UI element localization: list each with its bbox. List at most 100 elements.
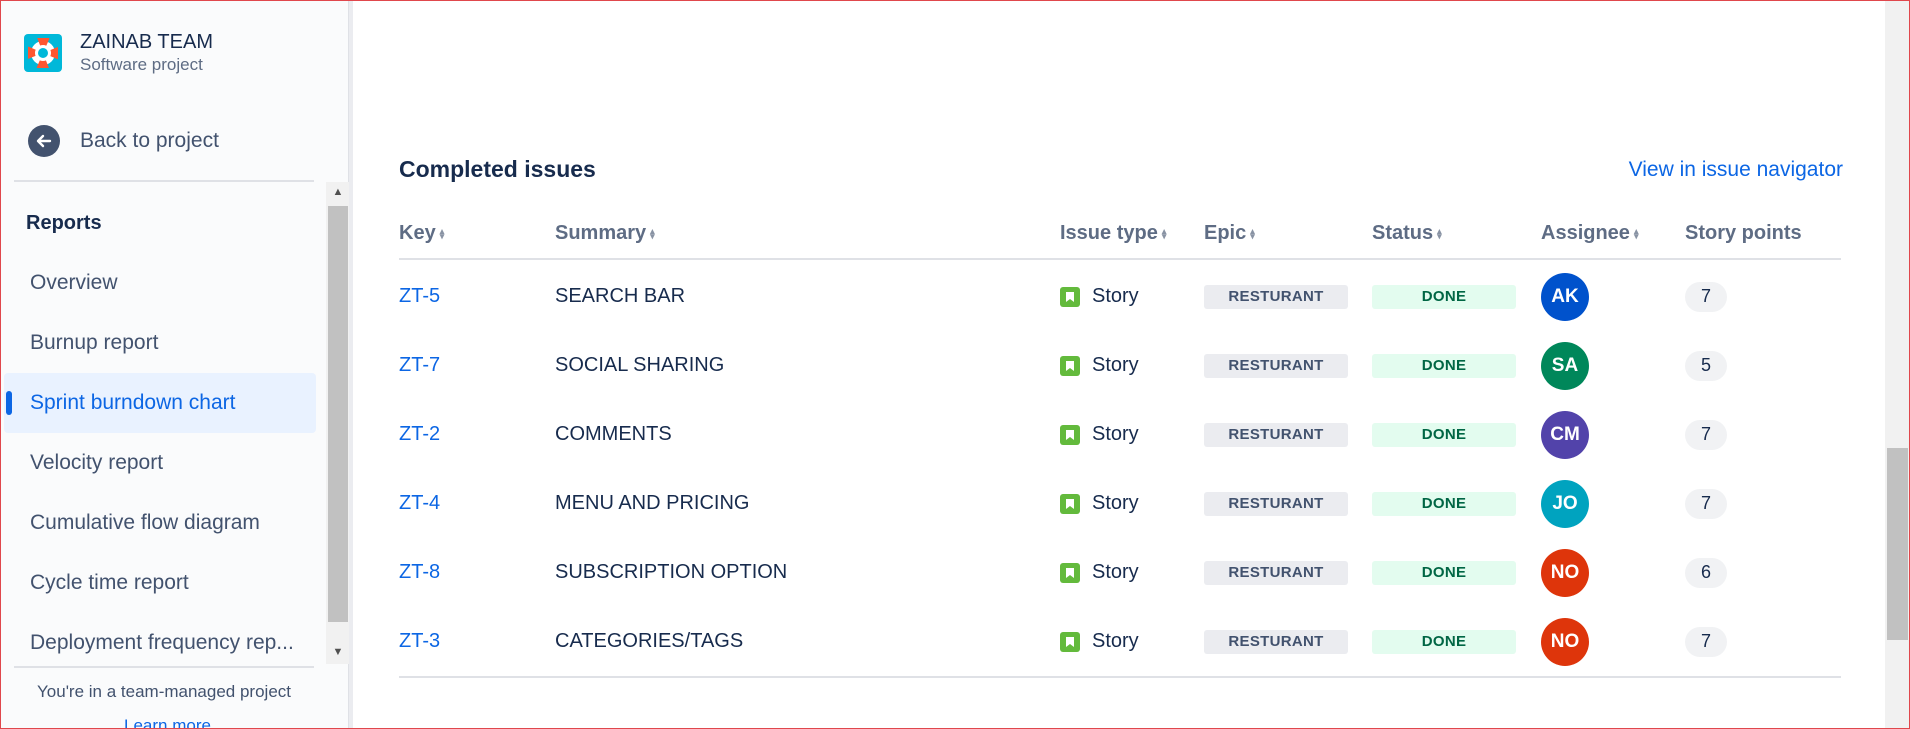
sidebar-item-burnup-report[interactable]: Burnup report [4,313,316,373]
assignee-cell: NO [1541,607,1589,676]
issue-summary: CATEGORIES/TAGS [555,630,744,652]
story-icon [1060,562,1080,583]
epic-lozenge[interactable]: RESTURANT [1204,491,1348,516]
column-header-status[interactable]: Status ▴ ▾ [1372,222,1442,245]
avatar[interactable]: CM [1541,410,1589,459]
issue-type-label: Story [1092,492,1139,514]
story-icon [1060,355,1080,376]
avatar[interactable]: JO [1541,479,1589,528]
story-points-cell: 7 [1685,469,1727,538]
issue-summary: SEARCH BAR [555,285,686,307]
reports-nav: Overview Burnup report Sprint burndown c… [4,253,316,673]
issue-key-link[interactable]: ZT-3 [399,607,440,676]
assignee-cell: NO [1541,538,1589,607]
assignee-cell: CM [1541,400,1589,469]
scroll-down-arrow-icon[interactable]: ▼ [326,642,350,662]
epic-lozenge[interactable]: RESTURANT [1204,422,1348,447]
issue-summary: MENU AND PRICING [555,492,750,514]
table-row: ZT-7 SOCIAL SHARING Story RESTURANT DONE… [399,331,1841,400]
column-header-assignee[interactable]: Assignee ▴ ▾ [1541,222,1638,245]
column-label: Epic [1204,222,1247,244]
issue-type-label: Story [1092,561,1139,583]
story-icon [1060,493,1080,514]
column-header-key[interactable]: Key ▴ ▾ [399,222,444,245]
sort-icon: ▴ ▾ [650,225,655,241]
column-label: Story points [1685,222,1802,244]
status-cell: DONE [1372,607,1516,676]
issue-type-cell: Story [1060,469,1139,538]
sidebar-item-cumulative-flow-diagram[interactable]: Cumulative flow diagram [4,493,316,553]
avatar[interactable]: AK [1541,272,1589,321]
assignee-cell: AK [1541,262,1589,331]
column-label: Assignee [1541,222,1630,244]
main-scrollbar-thumb[interactable] [1887,448,1908,640]
story-icon [1060,631,1080,652]
sort-icon: ▴ ▾ [439,225,445,241]
avatar[interactable]: SA [1541,341,1589,390]
issue-summary: COMMENTS [555,423,672,445]
sidebar-item-sprint-burndown-chart[interactable]: Sprint burndown chart [4,373,316,433]
epic-lozenge[interactable]: RESTURANT [1204,353,1348,378]
story-icon [1060,286,1080,307]
story-points-cell: 7 [1685,607,1727,676]
epic-lozenge[interactable]: RESTURANT [1204,284,1348,309]
story-points-cell: 6 [1685,538,1727,607]
status-badge: DONE [1372,353,1516,378]
story-points-badge: 7 [1685,488,1727,519]
sidebar-divider [14,180,314,182]
issue-type-cell: Story [1060,607,1139,676]
view-in-issue-navigator-link[interactable]: View in issue navigator [1629,158,1843,182]
column-label: Summary [555,222,647,244]
reports-heading: Reports [26,212,102,234]
status-badge: DONE [1372,629,1516,654]
story-points-cell: 7 [1685,400,1727,469]
avatar[interactable]: NO [1541,548,1589,597]
story-points-cell: 5 [1685,331,1727,400]
sidebar-scrollbar-thumb[interactable] [328,206,348,622]
issues-table-body: ZT-5 SEARCH BAR Story RESTURANT DONE AK … [399,262,1841,678]
assignee-cell: JO [1541,469,1589,538]
sidebar-item-overview[interactable]: Overview [4,253,316,313]
column-header-epic[interactable]: Epic ▴ ▾ [1204,222,1255,245]
story-points-cell: 7 [1685,262,1727,331]
epic-cell: RESTURANT [1204,262,1348,331]
back-label: Back to project [80,129,219,152]
learn-more-link[interactable]: Learn more [124,716,211,729]
lifebuoy-icon [24,34,62,72]
sort-icon: ▴ ▾ [1633,225,1639,241]
project-header[interactable]: ZAINAB TEAM Software project [24,30,213,76]
sidebar-item-velocity-report[interactable]: Velocity report [4,433,316,493]
issue-key-link[interactable]: ZT-2 [399,400,440,469]
issue-type-label: Story [1092,630,1139,652]
avatar[interactable]: NO [1541,617,1589,666]
scroll-up-arrow-icon[interactable]: ▲ [326,182,350,202]
status-cell: DONE [1372,469,1516,538]
back-to-project-link[interactable]: Back to project [28,125,219,157]
epic-cell: RESTURANT [1204,331,1348,400]
sort-icon: ▴ ▾ [1250,225,1255,241]
status-cell: DONE [1372,262,1516,331]
issue-key-link[interactable]: ZT-8 [399,538,440,607]
issue-type-cell: Story [1060,400,1139,469]
column-header-issue-type[interactable]: Issue type ▴ ▾ [1060,222,1166,245]
epic-lozenge[interactable]: RESTURANT [1204,560,1348,585]
epic-lozenge[interactable]: RESTURANT [1204,629,1348,654]
column-header-story-points: Story points [1685,222,1802,245]
issue-type-cell: Story [1060,262,1139,331]
epic-cell: RESTURANT [1204,400,1348,469]
column-label: Issue type [1060,222,1158,244]
sidebar-item-cycle-time-report[interactable]: Cycle time report [4,553,316,613]
issue-key-link[interactable]: ZT-7 [399,331,440,400]
column-label: Key [399,222,436,244]
story-points-badge: 7 [1685,626,1727,657]
table-header: Key ▴ ▾ Summary ▴ ▾ Issue type ▴ ▾ Epic ▴ ▾ Stat… [399,218,1841,260]
issue-key-link[interactable]: ZT-4 [399,469,440,538]
column-header-summary[interactable]: Summary ▴ ▾ [555,222,655,245]
table-row: ZT-5 SEARCH BAR Story RESTURANT DONE AK … [399,262,1841,331]
status-cell: DONE [1372,331,1516,400]
issue-key-link[interactable]: ZT-5 [399,262,440,331]
arrow-left-icon [28,125,60,157]
issue-type-label: Story [1092,285,1139,307]
sidebar-item-deployment-frequency[interactable]: Deployment frequency rep... [4,613,316,673]
assignee-cell: SA [1541,331,1589,400]
